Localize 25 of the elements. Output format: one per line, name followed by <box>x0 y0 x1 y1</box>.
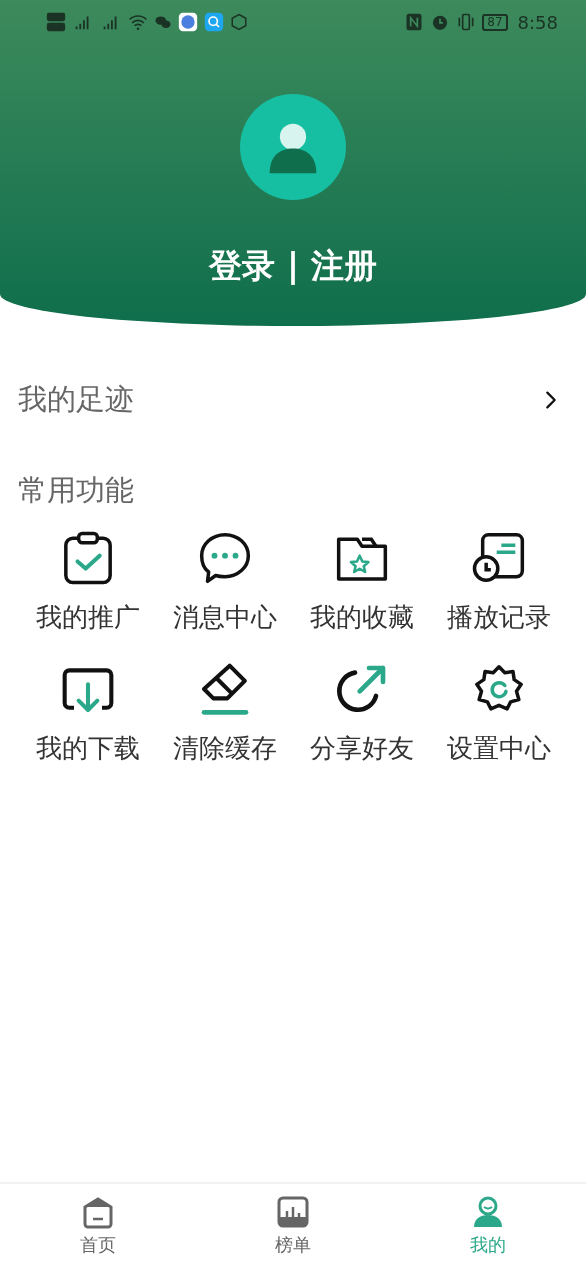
feature-item[interactable]: 清除缓存 <box>172 731 277 766</box>
feature-item[interactable]: 我的收藏 <box>309 600 414 635</box>
globe-icon <box>178 12 198 32</box>
battery-level: 87 <box>482 13 508 31</box>
feature-item[interactable]: 播放记录 <box>446 600 551 635</box>
sim-icon <box>46 12 66 32</box>
feature-item[interactable]: 我的下载 <box>35 731 140 766</box>
nav-tab[interactable]: 首页 <box>0 1184 196 1274</box>
feature-item[interactable]: 设置中心 <box>446 731 551 766</box>
login-register-link[interactable]: 登录 | 注册 <box>209 244 377 289</box>
wifi-icon <box>128 12 148 32</box>
feature-item[interactable]: 分享好友 <box>309 731 414 766</box>
nfc-icon <box>404 12 425 32</box>
chart-icon <box>276 1195 310 1229</box>
feature-item[interactable]: 消息中心 <box>172 600 277 635</box>
footprint-label: 我的足迹 <box>18 381 134 418</box>
hexagon-icon <box>230 13 248 31</box>
feature-item[interactable]: 我的推广 <box>35 600 140 635</box>
vibrate-icon <box>456 12 477 32</box>
chat-icon <box>154 13 172 31</box>
search-icon <box>204 12 224 32</box>
footprint-row[interactable]: 我的足迹 <box>0 376 586 424</box>
section-title: 常用功能 <box>17 472 135 509</box>
nav-tab[interactable]: 榜单 <box>195 1184 391 1274</box>
clock: 8:58 <box>517 11 558 33</box>
